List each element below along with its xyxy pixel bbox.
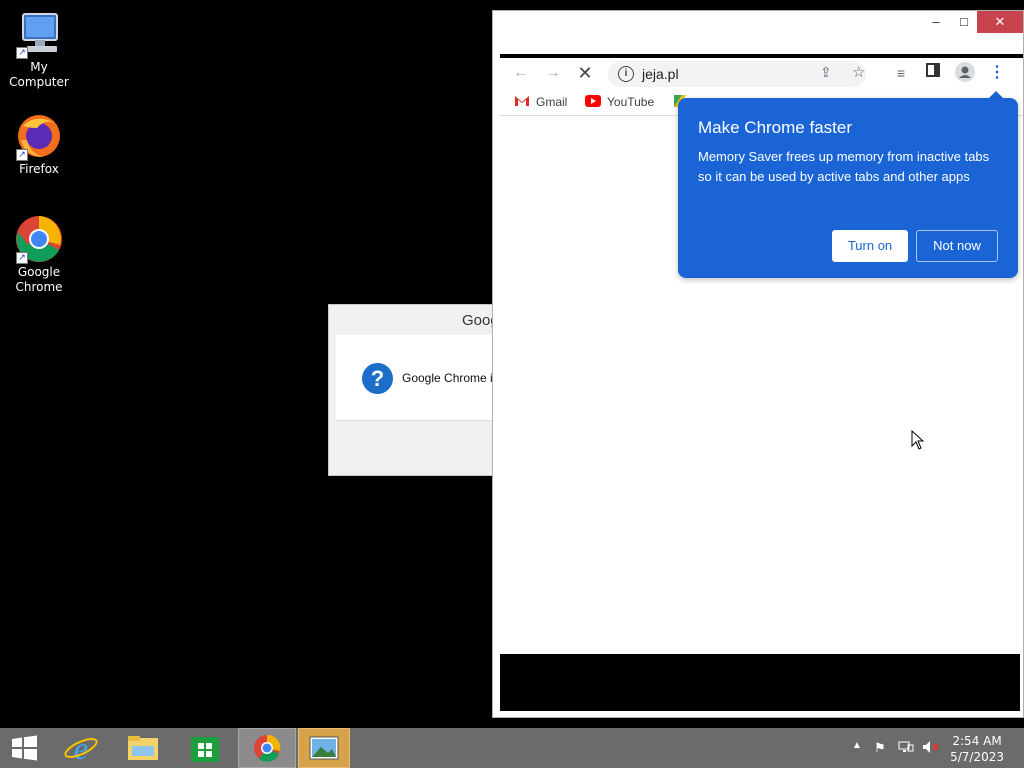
taskbar: e ▲ ⚑ 2:54 AM 5/7/2023 (0, 728, 1024, 768)
taskbar-internet-explorer[interactable]: e (52, 728, 110, 768)
desktop-icon-label: Firefox (19, 162, 59, 176)
reading-list-icon[interactable]: ≡ (890, 62, 912, 84)
svg-text:e: e (74, 730, 88, 766)
taskbar-chrome[interactable] (238, 728, 296, 768)
maximize-button[interactable]: □ (949, 11, 979, 33)
internet-explorer-icon: e (64, 730, 98, 766)
back-arrow-icon[interactable]: ← (510, 62, 532, 84)
file-explorer-icon (128, 736, 158, 760)
site-info-icon[interactable]: i (618, 66, 634, 82)
not-now-button[interactable]: Not now (916, 230, 998, 262)
profile-icon[interactable] (954, 62, 976, 84)
desktop-icon-label: Google Chrome (15, 265, 63, 294)
my-computer-icon: ↗ (15, 10, 63, 59)
question-icon: ? (362, 363, 393, 394)
address-bar[interactable]: i jeja.pl ⇪ ☆ (608, 61, 866, 87)
page-footer-area (500, 654, 1020, 711)
browser-toolbar: ← → ✕ i jeja.pl ⇪ ☆ ≡ ⋮ (500, 58, 1023, 88)
gmail-icon (515, 96, 529, 106)
minimize-button[interactable]: – (921, 11, 951, 33)
chrome-icon (254, 734, 281, 762)
mouse-cursor-icon (911, 430, 925, 450)
bookmark-label: Gmail (536, 95, 568, 109)
chrome-icon: ↗ (15, 215, 63, 264)
show-hidden-icons-icon[interactable]: ▲ (852, 740, 862, 751)
start-icon (12, 735, 37, 761)
desktop-icon-google-chrome[interactable]: ↗ Google Chrome (0, 215, 78, 295)
start-button[interactable] (0, 728, 58, 768)
menu-kebab-icon[interactable]: ⋮ (986, 62, 1008, 84)
youtube-icon (585, 95, 601, 107)
taskbar-file-explorer[interactable] (114, 728, 172, 768)
bookmark-youtube[interactable]: YouTube (585, 95, 654, 109)
clock-date: 5/7/2023 (950, 750, 1004, 764)
action-center-flag-icon[interactable]: ⚑ (874, 740, 886, 756)
taskbar-store[interactable] (176, 728, 234, 768)
taskbar-photos[interactable] (298, 728, 350, 768)
turn-on-button[interactable]: Turn on (832, 230, 908, 262)
network-icon[interactable] (898, 740, 914, 757)
bookmark-label: YouTube (607, 95, 655, 109)
photos-icon (309, 736, 339, 760)
promo-body: Memory Saver frees up memory from inacti… (698, 149, 990, 184)
dialog-message: Google Chrome i (402, 371, 493, 385)
stop-loading-icon[interactable]: ✕ (574, 62, 596, 84)
bookmark-gmail[interactable]: Gmail (514, 95, 567, 109)
share-icon[interactable]: ⇪ (820, 64, 832, 81)
url-text: jeja.pl (642, 66, 679, 82)
volume-muted-icon[interactable] (922, 740, 940, 757)
desktop-icon-firefox[interactable]: ↗ Firefox (0, 112, 78, 177)
memory-saver-promo: Make Chrome faster Memory Saver frees up… (678, 98, 1018, 278)
desktop-icon-my-computer[interactable]: ↗ My Computer (0, 10, 78, 90)
close-button[interactable]: ✕ (977, 11, 1023, 33)
desktop-icon-label: My Computer (9, 60, 69, 89)
firefox-icon: ↗ (15, 112, 63, 161)
system-clock[interactable]: 2:54 AM 5/7/2023 (950, 733, 1004, 765)
side-panel-icon[interactable] (922, 62, 944, 84)
clock-time: 2:54 AM (952, 734, 1002, 748)
promo-title: Make Chrome faster (698, 118, 852, 137)
bookmark-star-icon[interactable]: ☆ (852, 63, 865, 81)
store-icon (191, 737, 219, 762)
forward-arrow-icon[interactable]: → (542, 62, 564, 84)
